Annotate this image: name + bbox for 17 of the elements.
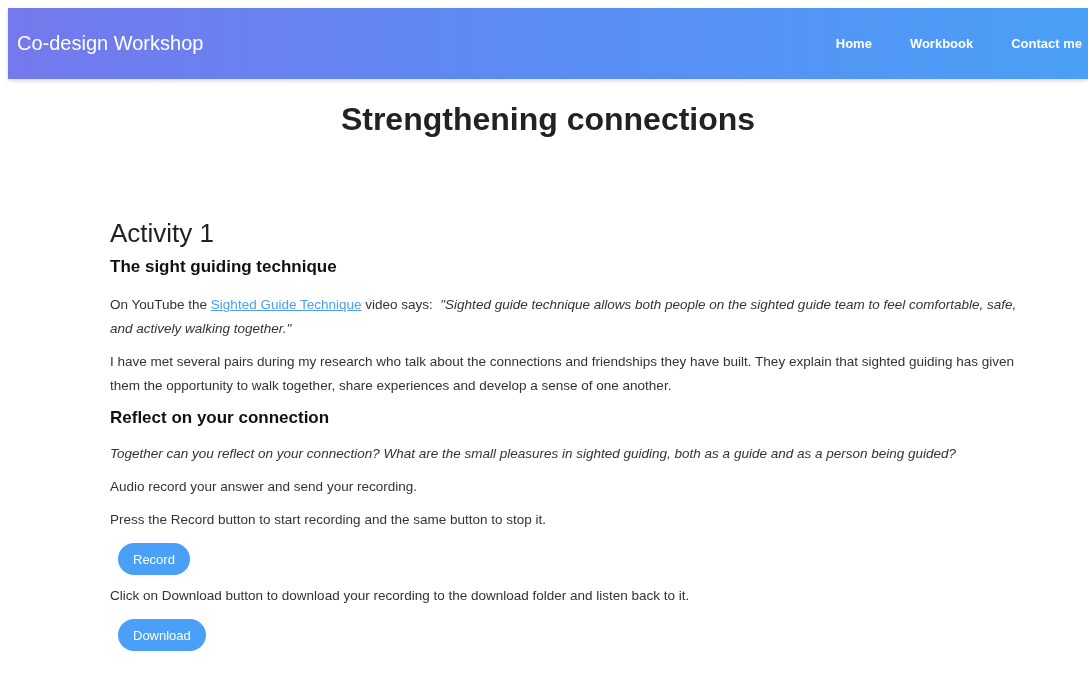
nav-link[interactable]: Contact me (1011, 36, 1082, 51)
section-heading: Reflect on your connection (110, 408, 331, 428)
page-title: Strengthening connections (339, 101, 757, 138)
instruction-text: Click on Download button to download your recording to the download folder and listen back to it. (110, 587, 691, 605)
intro-paragraph: On YouTube the Sighted Guide Technique video says: "Sighted guide technique allows both people on the sighted guide team to feel comfortable, safe, and actively walking together." (110, 296, 1018, 338)
nav-link[interactable]: Workbook (909, 36, 974, 51)
video-link[interactable]: Sighted Guide Technique (210, 297, 362, 312)
instruction-text: Audio record your answer and send your recording. (110, 478, 418, 496)
question-paragraph: Together can you reflect on your connection? What are the small pleasures in sighted guiding, both as a guide and as a person being guided? (110, 445, 958, 463)
site-brand[interactable]: Co-design Workshop (17, 32, 204, 55)
nav-link[interactable]: Home (835, 36, 872, 51)
section-heading: The sight guiding technique (110, 257, 338, 277)
instruction-text: Press the Record button to start recording and the same button to stop it. (110, 511, 547, 529)
body-paragraph: I have met several pairs during my research who talk about the connections and friendships they have built. They explain that sighted guiding has given them the opportunity to walk together, share experiences and develop a sense of one another. (110, 353, 1016, 395)
activity-heading: Activity 1 (110, 218, 216, 249)
action-button[interactable]: Record (118, 543, 190, 575)
action-button[interactable]: Download (118, 619, 206, 651)
